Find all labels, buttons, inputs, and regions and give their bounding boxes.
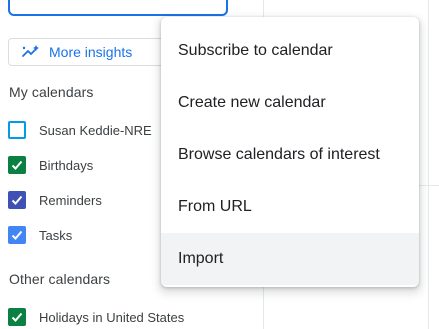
calendar-item-holidays[interactable]: Holidays in United States [8,305,184,329]
add-calendar-menu: Subscribe to calendar Create new calenda… [161,17,419,287]
more-insights-button[interactable]: More insights [8,38,184,66]
calendar-item-label: Birthdays [39,157,94,173]
calendar-app: More insights My calendars Susan Keddie-… [0,0,439,329]
calendar-item-label: Tasks [39,227,73,243]
calendar-item-birthdays[interactable]: Birthdays [8,153,93,177]
checkbox-checked[interactable] [8,226,26,244]
menu-item-subscribe[interactable]: Subscribe to calendar [161,25,419,77]
menu-item-import[interactable]: Import [161,233,419,285]
checkbox-checked[interactable] [8,191,26,209]
calendar-item-label: Susan Keddie-NRE [39,122,152,138]
other-calendars-title: Other calendars [9,271,111,287]
calendar-item-reminders[interactable]: Reminders [8,188,102,212]
calendar-item-susan[interactable]: Susan Keddie-NRE [8,118,152,142]
calendar-item-label: Reminders [39,192,102,208]
menu-item-from-url[interactable]: From URL [161,181,419,233]
calendar-item-tasks[interactable]: Tasks [8,223,72,247]
menu-item-browse[interactable]: Browse calendars of interest [161,129,419,181]
checkbox-checked[interactable] [8,308,26,326]
my-calendars-title: My calendars [9,84,94,100]
menu-item-create-new[interactable]: Create new calendar [161,77,419,129]
more-insights-label: More insights [49,44,133,60]
calendar-item-label: Holidays in United States [39,309,185,325]
checkbox-checked[interactable] [8,156,26,174]
search-people-input[interactable] [8,0,228,16]
grid-divider [428,0,429,329]
checkbox-unchecked[interactable] [8,121,26,139]
insights-sparkle-icon [21,44,41,60]
